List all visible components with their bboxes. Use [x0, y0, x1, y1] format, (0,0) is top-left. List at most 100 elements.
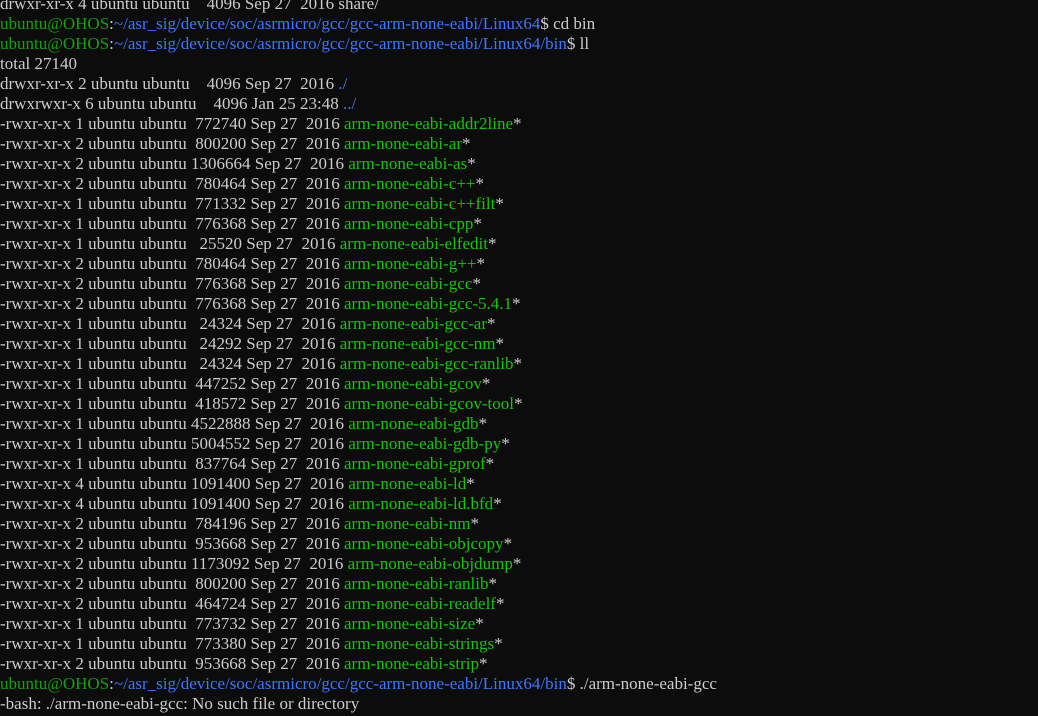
file-metadata: -rwxr-xr-x 2 ubuntu ubuntu 776368 Sep 27… — [0, 274, 345, 293]
output-text: drwxr-xr-x 4 ubuntu ubuntu 4096 Sep 27 2… — [0, 0, 379, 13]
file-metadata: -rwxr-xr-x 2 ubuntu ubuntu 784196 Sep 27… — [0, 514, 345, 533]
terminal-window[interactable]: drwxr-xr-x 4 ubuntu ubuntu 4096 Sep 27 2… — [0, 0, 1038, 716]
file-listing-row: -rwxr-xr-x 2 ubuntu ubuntu 784196 Sep 27… — [0, 514, 757, 534]
file-listing-row: -rwxr-xr-x 1 ubuntu ubuntu 24292 Sep 27 … — [0, 334, 757, 354]
prompt-user-host: ubuntu@OHOS — [0, 14, 110, 33]
executable-name: arm-none-eabi-gdb — [348, 414, 479, 433]
file-metadata: -rwxr-xr-x 1 ubuntu ubuntu 418572 Sep 27… — [0, 394, 345, 413]
executable-name: arm-none-eabi-ar — [344, 134, 462, 153]
file-listing-row: -rwxr-xr-x 1 ubuntu ubuntu 772740 Sep 27… — [0, 114, 757, 134]
file-metadata: -rwxr-xr-x 1 ubuntu ubuntu 776368 Sep 27… — [0, 214, 345, 233]
command-text: ll — [575, 34, 590, 53]
directory-name: ../ — [342, 94, 357, 113]
executable-name: arm-none-eabi-objdump — [347, 554, 513, 573]
file-metadata: -rwxr-xr-x 1 ubuntu ubuntu 773380 Sep 27… — [0, 634, 345, 653]
directory-name: ./ — [338, 74, 348, 93]
executable-name: arm-none-eabi-strip — [344, 654, 480, 673]
file-type-indicator: * — [495, 194, 504, 213]
command-text: ./arm-none-eabi-gcc — [575, 674, 717, 693]
executable-name: arm-none-eabi-gcov — [344, 374, 482, 393]
file-listing-row: drwxrwxr-x 6 ubuntu ubuntu 4096 Jan 25 2… — [0, 94, 757, 114]
file-type-indicator: * — [488, 574, 497, 593]
output-text: total 27140 — [0, 54, 77, 73]
file-listing-row: -rwxr-xr-x 1 ubuntu ubuntu 418572 Sep 27… — [0, 394, 757, 414]
file-type-indicator: * — [479, 654, 488, 673]
file-type-indicator: * — [513, 114, 522, 133]
file-type-indicator: * — [473, 214, 482, 233]
prompt-user-host: ubuntu@OHOS — [0, 34, 110, 53]
file-type-indicator: * — [462, 134, 471, 153]
executable-name: arm-none-eabi-gcc-ar — [339, 314, 487, 333]
executable-name: arm-none-eabi-ld — [348, 474, 467, 493]
file-type-indicator: * — [512, 294, 521, 313]
prompt-path: ~/asr_sig/device/soc/asrmicro/gcc/gcc-ar… — [113, 14, 541, 33]
file-type-indicator: * — [470, 514, 480, 533]
file-listing-row: -rwxr-xr-x 1 ubuntu ubuntu 24324 Sep 27 … — [0, 354, 757, 374]
output-line: drwxr-xr-x 4 ubuntu ubuntu 4096 Sep 27 2… — [0, 0, 757, 14]
file-metadata: -rwxr-xr-x 2 ubuntu ubuntu 800200 Sep 27… — [0, 574, 345, 593]
file-metadata: -rwxr-xr-x 2 ubuntu ubuntu 1306664 Sep 2… — [0, 154, 349, 173]
file-listing-row: -rwxr-xr-x 1 ubuntu ubuntu 5004552 Sep 2… — [0, 434, 757, 454]
prompt-user-host: ubuntu@OHOS — [0, 674, 110, 693]
prompt-line: ubuntu@OHOS:~/asr_sig/device/soc/asrmicr… — [0, 34, 757, 54]
file-type-indicator: * — [475, 174, 485, 193]
executable-name: arm-none-eabi-gdb-py — [348, 434, 502, 453]
file-listing-row: -rwxr-xr-x 1 ubuntu ubuntu 4522888 Sep 2… — [0, 414, 757, 434]
prompt-path: ~/asr_sig/device/soc/asrmicro/gcc/gcc-ar… — [113, 34, 567, 53]
file-listing-row: -rwxr-xr-x 2 ubuntu ubuntu 800200 Sep 27… — [0, 574, 757, 594]
file-listing-row: -rwxr-xr-x 2 ubuntu ubuntu 953668 Sep 27… — [0, 534, 757, 554]
file-listing-row: -rwxr-xr-x 2 ubuntu ubuntu 464724 Sep 27… — [0, 594, 757, 614]
file-listing-row: -rwxr-xr-x 2 ubuntu ubuntu 800200 Sep 27… — [0, 134, 757, 154]
executable-name: arm-none-eabi-cpp — [344, 214, 474, 233]
executable-name: arm-none-eabi-gcc-5.4.1 — [344, 294, 513, 313]
executable-name: arm-none-eabi-g++ — [344, 254, 477, 273]
file-metadata: -rwxr-xr-x 1 ubuntu ubuntu 4522888 Sep 2… — [0, 414, 349, 433]
file-metadata: -rwxr-xr-x 1 ubuntu ubuntu 447252 Sep 27… — [0, 374, 345, 393]
file-metadata: -rwxr-xr-x 1 ubuntu ubuntu 772740 Sep 27… — [0, 114, 345, 133]
file-type-indicator: * — [487, 234, 497, 253]
file-type-indicator: * — [476, 254, 485, 273]
prompt-line: ubuntu@OHOS:~/asr_sig/device/soc/asrmicr… — [0, 14, 757, 34]
file-metadata: -rwxr-xr-x 2 ubuntu ubuntu 800200 Sep 27… — [0, 134, 345, 153]
executable-name: arm-none-eabi-ld.bfd — [348, 494, 494, 513]
executable-name: arm-none-eabi-as — [348, 154, 468, 173]
file-listing-row: -rwxr-xr-x 2 ubuntu ubuntu 780464 Sep 27… — [0, 254, 757, 274]
file-metadata: -rwxr-xr-x 2 ubuntu ubuntu 1173092 Sep 2… — [0, 554, 348, 573]
file-metadata: -rwxr-xr-x 2 ubuntu ubuntu 780464 Sep 27… — [0, 254, 345, 273]
file-listing-row: -rwxr-xr-x 1 ubuntu ubuntu 773732 Sep 27… — [0, 614, 757, 634]
executable-name: arm-none-eabi-gcc-nm — [339, 334, 496, 353]
output-line: total 27140 — [0, 54, 757, 74]
executable-name: arm-none-eabi-addr2line — [344, 114, 513, 133]
file-listing-row: -rwxr-xr-x 1 ubuntu ubuntu 837764 Sep 27… — [0, 454, 757, 474]
file-metadata: -rwxr-xr-x 1 ubuntu ubuntu 24292 Sep 27 … — [0, 334, 340, 353]
file-type-indicator: * — [493, 494, 502, 513]
file-type-indicator: * — [485, 454, 495, 473]
executable-name: arm-none-eabi-c++ — [344, 174, 476, 193]
prompt-path: ~/asr_sig/device/soc/asrmicro/gcc/gcc-ar… — [113, 674, 567, 693]
executable-name: arm-none-eabi-gcov-tool — [344, 394, 514, 413]
file-listing-row: -rwxr-xr-x 2 ubuntu ubuntu 1173092 Sep 2… — [0, 554, 757, 574]
file-metadata: -rwxr-xr-x 1 ubuntu ubuntu 771332 Sep 27… — [0, 194, 345, 213]
file-listing-row: -rwxr-xr-x 1 ubuntu ubuntu 776368 Sep 27… — [0, 214, 757, 234]
executable-name: arm-none-eabi-gprof — [344, 454, 486, 473]
output-line: -bash: ./arm-none-eabi-gcc: No such file… — [0, 694, 757, 714]
file-listing-row: -rwxr-xr-x 2 ubuntu ubuntu 1306664 Sep 2… — [0, 154, 757, 174]
file-type-indicator: * — [478, 414, 488, 433]
file-type-indicator: * — [472, 274, 481, 293]
file-metadata: -rwxr-xr-x 1 ubuntu ubuntu 24324 Sep 27 … — [0, 354, 340, 373]
file-metadata: drwxrwxr-x 6 ubuntu ubuntu 4096 Jan 25 2… — [0, 94, 343, 113]
executable-name: arm-none-eabi-gcc-ranlib — [339, 354, 514, 373]
output-text: -bash: ./arm-none-eabi-gcc: No such file… — [0, 694, 360, 713]
file-metadata: -rwxr-xr-x 4 ubuntu ubuntu 1091400 Sep 2… — [0, 494, 349, 513]
executable-name: arm-none-eabi-readelf — [344, 594, 496, 613]
executable-name: arm-none-eabi-nm — [344, 514, 471, 533]
file-type-indicator: * — [466, 474, 475, 493]
file-listing-row: -rwxr-xr-x 2 ubuntu ubuntu 953668 Sep 27… — [0, 654, 757, 674]
file-type-indicator: * — [513, 394, 523, 413]
executable-name: arm-none-eabi-strings — [344, 634, 495, 653]
file-metadata: -rwxr-xr-x 2 ubuntu ubuntu 464724 Sep 27… — [0, 594, 345, 613]
file-type-indicator: * — [475, 614, 484, 633]
file-type-indicator: * — [503, 534, 513, 553]
command-text: cd bin — [548, 14, 596, 33]
file-type-indicator: * — [487, 314, 496, 333]
